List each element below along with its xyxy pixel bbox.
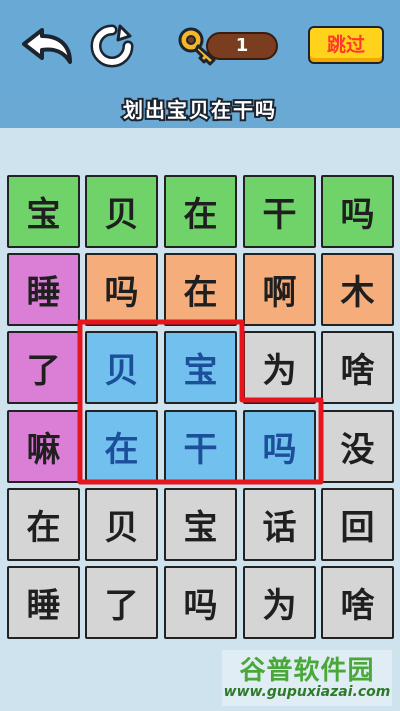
- grid-cell[interactable]: 啥: [321, 331, 394, 404]
- watermark: 谷普软件园 www.gupuxiazai.com: [222, 650, 392, 706]
- back-button[interactable]: [20, 24, 76, 68]
- refresh-icon: [90, 24, 134, 68]
- grid-cell[interactable]: 吗: [321, 175, 394, 248]
- grid-cell[interactable]: 贝: [85, 488, 158, 561]
- grid-cell[interactable]: 贝: [85, 331, 158, 404]
- grid-cell[interactable]: 了: [85, 566, 158, 639]
- grid-cell[interactable]: 嘛: [7, 410, 80, 483]
- grid-cell[interactable]: 回: [321, 488, 394, 561]
- grid-cell[interactable]: 干: [164, 410, 237, 483]
- grid-cell[interactable]: 睡: [7, 253, 80, 326]
- grid-cell[interactable]: 在: [7, 488, 80, 561]
- grid-cell[interactable]: 了: [7, 331, 80, 404]
- grid-cell[interactable]: 木: [321, 253, 394, 326]
- grid-cell[interactable]: 在: [164, 175, 237, 248]
- grid-cell[interactable]: 没: [321, 410, 394, 483]
- grid-cell[interactable]: 干: [243, 175, 316, 248]
- grid-cell[interactable]: 吗: [164, 566, 237, 639]
- grid-cell[interactable]: 为: [243, 331, 316, 404]
- hint-counter[interactable]: 1: [178, 27, 280, 66]
- grid-cell[interactable]: 为: [243, 566, 316, 639]
- grid-cell[interactable]: 贝: [85, 175, 158, 248]
- grid-cell[interactable]: 啊: [243, 253, 316, 326]
- level-title: 划出宝贝在干吗: [121, 96, 277, 124]
- grid-cell[interactable]: 宝: [164, 331, 237, 404]
- grid-cell[interactable]: 在: [164, 253, 237, 326]
- skip-button[interactable]: 跳过: [308, 26, 384, 64]
- undo-arrow-icon: [22, 28, 72, 64]
- watermark-title: 谷普软件园: [239, 656, 375, 686]
- grid-cell[interactable]: 睡: [7, 566, 80, 639]
- grid-cell[interactable]: 在: [85, 410, 158, 483]
- key-icon: [178, 27, 216, 66]
- grid-cell[interactable]: 话: [243, 488, 316, 561]
- grid-cell[interactable]: 宝: [164, 488, 237, 561]
- grid-cell[interactable]: 吗: [85, 253, 158, 326]
- grid-cell[interactable]: 吗: [243, 410, 316, 483]
- watermark-url: www.gupuxiazai.com: [223, 684, 391, 700]
- grid-cell[interactable]: 宝: [7, 175, 80, 248]
- grid-cell[interactable]: 啥: [321, 566, 394, 639]
- refresh-button[interactable]: [90, 24, 134, 68]
